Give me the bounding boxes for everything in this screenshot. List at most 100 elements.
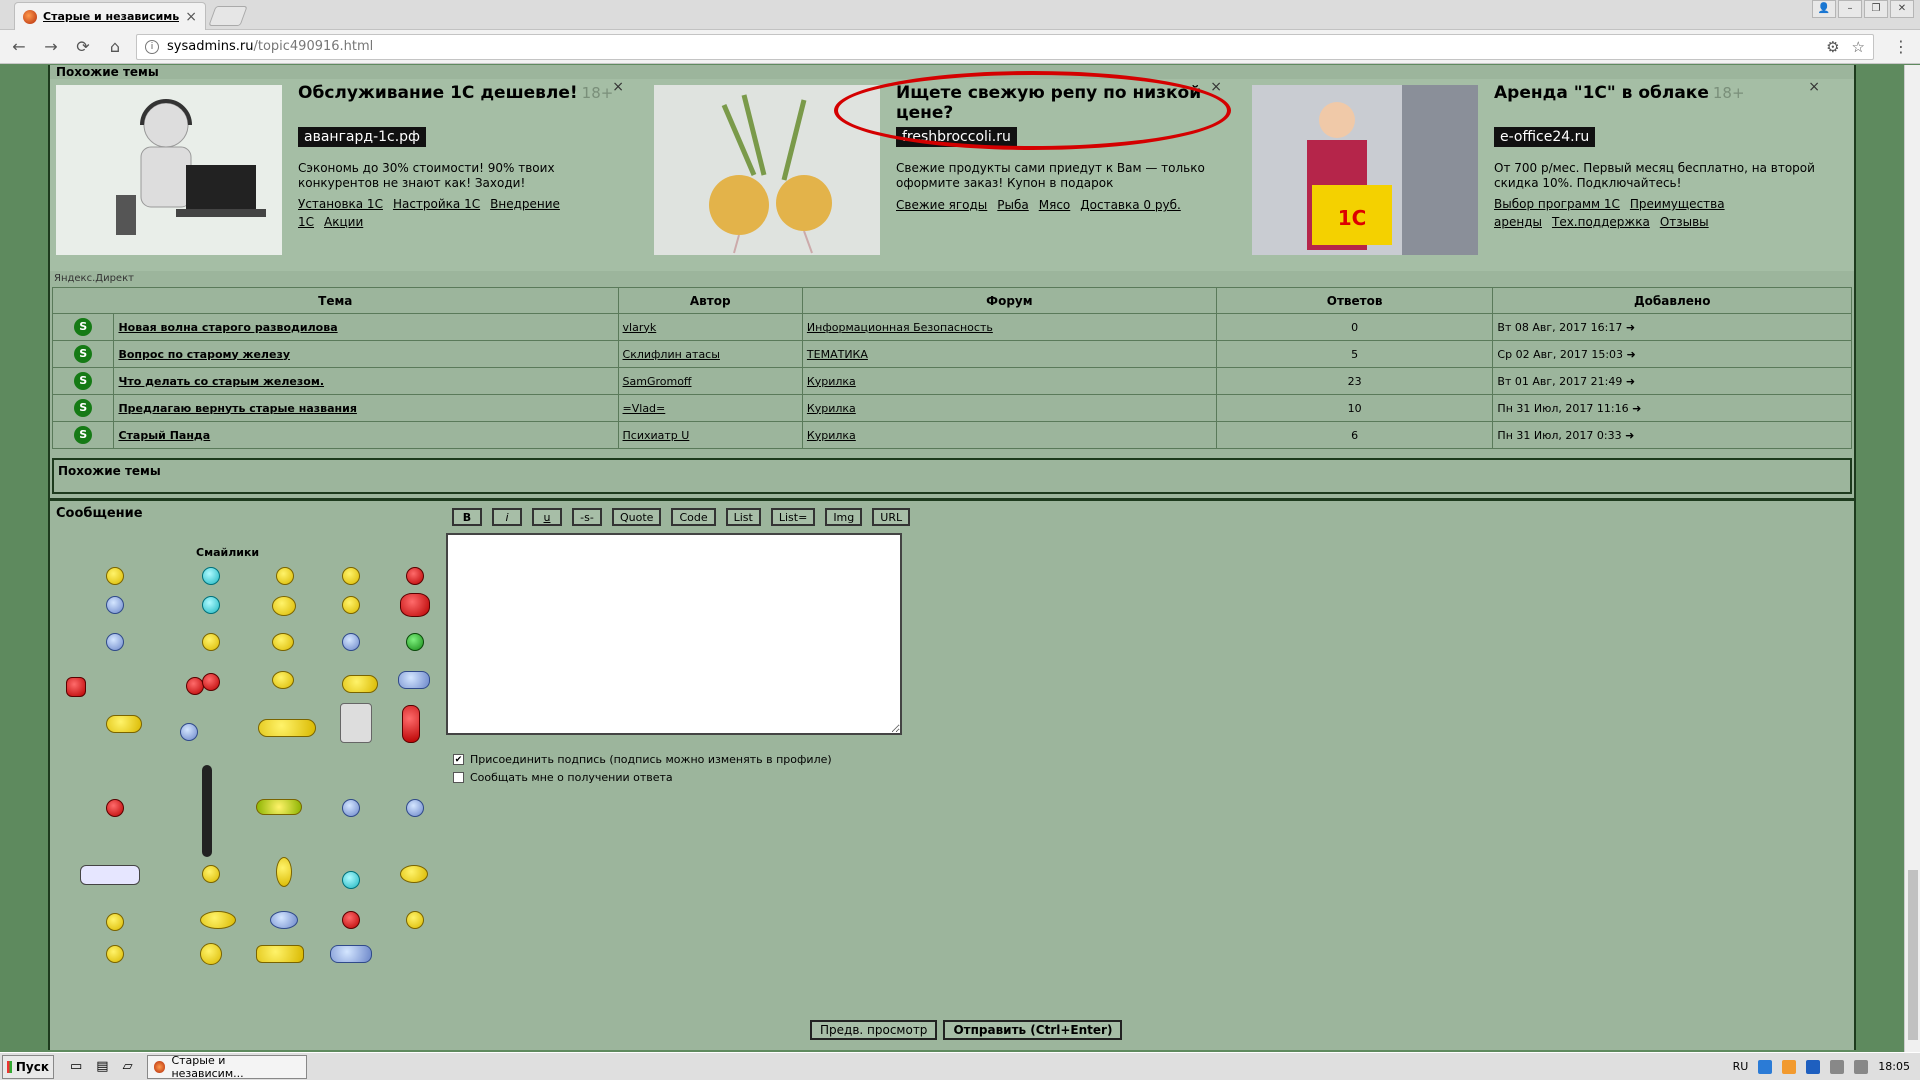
author-link[interactable]: Психиатр U xyxy=(623,429,690,442)
tank-icon[interactable] xyxy=(398,671,430,689)
thinking-icon[interactable] xyxy=(272,671,294,689)
topic-link[interactable]: Вопрос по старому железу xyxy=(118,348,290,361)
scream-icon[interactable] xyxy=(406,911,424,929)
forum-link[interactable]: Курилка xyxy=(807,429,856,442)
start-button[interactable]: Пуск xyxy=(2,1054,54,1079)
ad-link[interactable]: Тех.поддержка xyxy=(1552,215,1650,229)
happy-icon[interactable] xyxy=(276,567,294,585)
topic-link[interactable]: Что делать со старым железом. xyxy=(118,375,324,388)
strike-button[interactable]: -s- xyxy=(572,508,602,526)
new-tab-button[interactable] xyxy=(208,6,248,26)
list-button[interactable]: List xyxy=(725,508,761,526)
goto-last-post-icon[interactable]: ➜ xyxy=(1626,321,1635,334)
restore-button[interactable]: ❐ xyxy=(1864,0,1888,18)
ad-close-icon[interactable]: × xyxy=(612,79,624,95)
wink-icon[interactable] xyxy=(342,596,360,614)
ad-domain[interactable]: авангард-1с.рф xyxy=(298,127,427,147)
checkbox-unchecked-icon[interactable] xyxy=(453,772,464,783)
url-input[interactable]: i sysadmins.ru/topic490916.html ⚙ ☆ xyxy=(136,33,1874,60)
rage-icon[interactable] xyxy=(400,593,430,617)
accordion-icon[interactable] xyxy=(256,945,304,963)
laugh-icon[interactable] xyxy=(342,567,360,585)
topic-link[interactable]: Старый Панда xyxy=(118,429,210,442)
cannon-icon[interactable] xyxy=(342,675,378,693)
reload-icon[interactable]: ⟳ xyxy=(72,37,94,56)
volume-icon[interactable] xyxy=(1854,1059,1869,1074)
sleepy-icon[interactable] xyxy=(106,633,124,651)
goto-last-post-icon[interactable]: ➜ xyxy=(1626,375,1635,388)
explosion-icon[interactable] xyxy=(66,677,86,697)
translate-icon[interactable]: ⚙ xyxy=(1826,38,1839,56)
quote-button[interactable]: Quote xyxy=(612,508,662,526)
bold-button[interactable]: B xyxy=(452,508,482,526)
bookmark-star-icon[interactable]: ☆ xyxy=(1852,38,1865,56)
goto-last-post-icon[interactable]: ➜ xyxy=(1632,402,1641,415)
ad-link[interactable]: Доставка 0 руб. xyxy=(1080,198,1181,212)
submit-button[interactable]: Отправить (Ctrl+Enter) xyxy=(943,1020,1123,1040)
message-textarea[interactable] xyxy=(446,533,902,735)
neutral-icon[interactable] xyxy=(106,913,124,931)
home-icon[interactable]: ⌂ xyxy=(104,37,126,56)
img-button[interactable]: Img xyxy=(825,508,863,526)
author-link[interactable]: =Vlad= xyxy=(623,402,666,415)
dancer-icon[interactable] xyxy=(276,857,292,887)
network-icon[interactable] xyxy=(1830,1059,1845,1074)
forum-link[interactable]: Курилка xyxy=(807,375,856,388)
sunglasses-icon[interactable] xyxy=(202,633,220,651)
ad-link[interactable]: Рыба xyxy=(997,198,1028,212)
pole-icon[interactable] xyxy=(202,765,212,857)
drinking-icon[interactable] xyxy=(330,945,372,963)
ad-close-icon[interactable]: × xyxy=(1808,79,1820,95)
yandex-direct-label[interactable]: Яндекс.Директ xyxy=(54,273,134,284)
rtfm-icon[interactable] xyxy=(80,865,140,885)
grin-icon[interactable] xyxy=(202,567,220,585)
dance-icon[interactable] xyxy=(272,596,296,616)
smoking-icon[interactable] xyxy=(272,633,294,651)
checkbox-checked-icon[interactable]: ✔ xyxy=(453,754,464,765)
close-window-button[interactable]: ✕ xyxy=(1890,0,1914,18)
sick-icon[interactable] xyxy=(406,633,424,651)
author-link[interactable]: SamGromoff xyxy=(623,375,692,388)
ad-close-icon[interactable]: × xyxy=(1210,79,1222,95)
browser-tab[interactable]: Старые и независимые ... × xyxy=(14,2,206,30)
ad-link[interactable]: Свежие ягоды xyxy=(896,198,987,212)
ad-link[interactable]: Установка 1С xyxy=(298,197,383,211)
cool-icon[interactable] xyxy=(202,596,220,614)
tray-app-icon[interactable] xyxy=(1782,1059,1797,1074)
angry-icon[interactable] xyxy=(406,567,424,585)
minimize-button[interactable]: – xyxy=(1838,0,1862,18)
ad-link[interactable]: Выбор программ 1С xyxy=(1494,197,1620,211)
topic-link[interactable]: Новая волна старого разводилова xyxy=(118,321,337,334)
goto-last-post-icon[interactable]: ➜ xyxy=(1625,429,1634,442)
tab-close-icon[interactable]: × xyxy=(185,9,197,25)
blush-icon[interactable] xyxy=(106,945,124,963)
back-icon[interactable]: ← xyxy=(8,37,30,56)
forum-link[interactable]: ТЕМАТИКА xyxy=(807,348,868,361)
scrollbar-thumb[interactable] xyxy=(1908,870,1918,1040)
ad-image-support-operator[interactable] xyxy=(56,85,282,255)
preview-button[interactable]: Предв. просмотр xyxy=(810,1020,938,1040)
teeth-icon[interactable] xyxy=(342,871,360,889)
profile-icon[interactable]: 👤 xyxy=(1812,0,1836,18)
menu-icon[interactable]: ⋮ xyxy=(1890,37,1912,56)
wall-icon[interactable] xyxy=(340,703,372,743)
author-link[interactable]: Склифлин атасы xyxy=(623,348,720,361)
attach-signature-checkbox[interactable]: ✔ Присоединить подпись (подпись можно из… xyxy=(453,753,832,766)
url-button[interactable]: URL xyxy=(872,508,911,526)
angry-face-icon[interactable] xyxy=(106,799,124,817)
ad-image-1c-box[interactable]: 1С xyxy=(1252,85,1478,255)
confused-icon[interactable] xyxy=(106,596,124,614)
ad-title[interactable]: Обслуживание 1С дешевле! 18+ xyxy=(298,83,618,103)
beer-icon[interactable] xyxy=(200,943,222,965)
disgust-icon[interactable] xyxy=(202,865,220,883)
author-link[interactable]: vlaryk xyxy=(623,321,657,334)
goto-last-post-icon[interactable]: ➜ xyxy=(1627,348,1636,361)
ad-title[interactable]: Аренда "1С" в облаке 18+ xyxy=(1494,83,1814,103)
idea-icon[interactable] xyxy=(342,633,360,651)
angel-icon[interactable] xyxy=(106,715,142,733)
scared-icon[interactable] xyxy=(180,723,198,741)
ad-link[interactable]: Настройка 1С xyxy=(393,197,480,211)
hammer-icon[interactable] xyxy=(200,911,236,929)
ad-card[interactable]: 1С Аренда "1С" в облаке 18+ × e-office24.… xyxy=(1246,79,1836,269)
ad-domain[interactable]: e-office24.ru xyxy=(1494,127,1596,147)
